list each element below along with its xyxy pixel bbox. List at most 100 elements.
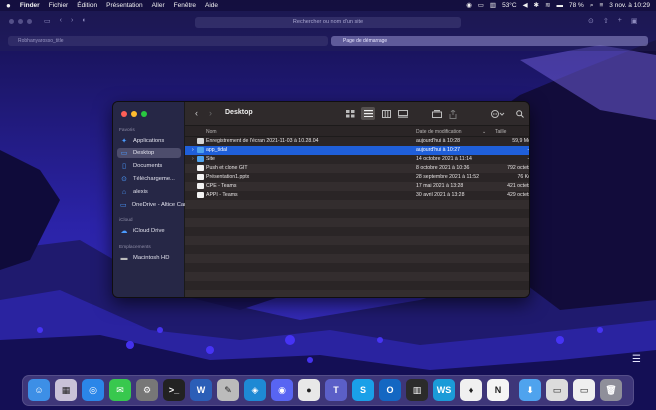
menu-presentation[interactable]: Présentation [106, 0, 143, 11]
control-center-icon[interactable]: ≡ [599, 0, 603, 11]
dock-app-launchpad-icon[interactable]: ▦ [55, 379, 77, 401]
file-row[interactable]: Présentation1.pptx 28 septembre 2021 à 11… [185, 173, 529, 182]
sidebar-item-onedrive[interactable]: ▭ OneDrive - Altice Campus SFR [117, 200, 212, 210]
search-icon[interactable] [516, 109, 524, 119]
file-name: APPI - Teams [206, 192, 238, 198]
menu-aide[interactable]: Aide [205, 0, 218, 11]
file-row[interactable]: Push et clone GIT 8 octobre 2021 à 10:36 7… [185, 164, 530, 173]
clock[interactable]: 3 nov. à 10:29 [609, 0, 650, 11]
background-url-bar[interactable]: Rechercher ou nom d'un site [195, 17, 461, 28]
wifi-icon[interactable]: ≋ [545, 0, 550, 11]
gallery-view-icon[interactable] [398, 109, 408, 119]
file-date: 8 octobre 2021 à 10:36 [416, 165, 470, 171]
dock-app-tidal-icon[interactable]: ♦ [460, 379, 482, 401]
dock-app-finder-icon[interactable]: ☺ [28, 379, 50, 401]
dock-app-skype-icon[interactable]: S [352, 379, 374, 401]
dock-app-messages-icon[interactable]: ✉ [109, 379, 131, 401]
file-icon [197, 165, 204, 171]
menu-fenetre[interactable]: Fenêtre [174, 0, 196, 11]
dock-app-activity-monitor-icon[interactable]: ▥ [406, 379, 428, 401]
sidebar-item-icloud-drive[interactable]: ☁ iCloud Drive [117, 226, 181, 236]
dock-app-trash-icon[interactable]: 🗑 [600, 379, 622, 401]
menu-edition[interactable]: Édition [77, 0, 97, 11]
dock-app-webstorm-icon[interactable]: WS [433, 379, 455, 401]
file-row[interactable]: CPE - Teams 17 mai 2021 à 13:28 421 octets [185, 182, 529, 191]
file-row[interactable]: › app_tidal aujourd'hui à 10:27 -- [185, 146, 529, 155]
sidebar-item-desktop[interactable]: ▭ Desktop [117, 148, 181, 158]
menu-finder[interactable]: Finder [20, 0, 40, 11]
sidebar-item-label: alexis [133, 189, 148, 195]
dock-app-teams-icon[interactable]: T [325, 379, 347, 401]
column-header-date[interactable]: Date de modification [416, 129, 462, 135]
home-icon: ⌂ [121, 188, 127, 196]
battery-icon[interactable]: ▬ [557, 0, 564, 11]
applications-icon: ✦ [121, 138, 127, 145]
file-row[interactable]: › Site 14 octobre 2021 à 11:14 -- [185, 155, 529, 164]
dock-app-terminal-icon[interactable]: >_ [163, 379, 185, 401]
dock-app-system-preferences-icon[interactable]: ⚙ [136, 379, 158, 401]
dock-app-safari-icon[interactable]: ◎ [82, 379, 104, 401]
background-browser-actions: ⊙ ⇧ + ▣ [588, 17, 637, 25]
disclosure-chevron-icon[interactable]: › [192, 156, 194, 162]
empty-row [185, 290, 529, 297]
controls-icon[interactable]: ☰ [632, 354, 641, 365]
empty-row [185, 272, 529, 281]
list-view-icon[interactable] [361, 107, 375, 120]
minimize-button[interactable] [131, 111, 137, 117]
background-tab-left[interactable]: Robhanyarosso_title [8, 36, 328, 46]
file-date: 14 octobre 2021 à 11:14 [416, 156, 472, 162]
tabs-overview-icon: ▣ [630, 18, 638, 25]
dock-app-screenshot-1-icon[interactable]: ▭ [546, 379, 568, 401]
dock-app-downloads-folder-icon[interactable]: ⬇ [519, 379, 541, 401]
close-button[interactable] [121, 111, 127, 117]
dock-app-vscode-icon[interactable]: ◈ [244, 379, 266, 401]
dock-app-notion-icon[interactable]: N [487, 379, 509, 401]
more-options-icon[interactable] [491, 109, 505, 119]
column-view-icon[interactable] [382, 109, 391, 119]
dock-app-script-editor-icon[interactable]: ✎ [217, 379, 239, 401]
zoom-button[interactable] [141, 111, 147, 117]
group-icon[interactable] [432, 109, 442, 119]
file-size: 792 octets [507, 165, 530, 171]
file-size: 429 octets [507, 192, 530, 198]
icon-view-icon[interactable] [346, 109, 355, 119]
dock-app-word-icon[interactable]: W [190, 379, 212, 401]
sidebar-item-macintosh-hd[interactable]: ▬ Macintosh HD [117, 253, 181, 263]
column-header-size[interactable]: Taille [495, 129, 506, 135]
volume-icon[interactable]: ◀ [523, 0, 528, 11]
temperature-icon[interactable]: ▥ [490, 0, 496, 11]
dock-app-screenshot-2-icon[interactable]: ▭ [573, 379, 595, 401]
sidebar-item-home[interactable]: ⌂ alexis [117, 187, 181, 197]
bluetooth-icon[interactable]: ✱ [534, 0, 539, 11]
sidebar-item-documents[interactable]: ▯ Documents [117, 161, 181, 171]
status-area: ◉ ▭ ▥ 53°C ◀ ✱ ≋ ▬ 78 % ⌕ ≡ 3 nov. à 10:… [466, 0, 650, 11]
display-icon[interactable]: ▭ [478, 0, 484, 11]
menu-bar: ● Finder Fichier Édition Présentation Al… [0, 0, 656, 11]
dock-app-discord-icon[interactable]: ◉ [271, 379, 293, 401]
menu-fichier[interactable]: Fichier [49, 0, 69, 11]
forward-icon[interactable]: › [209, 108, 212, 118]
record-icon[interactable]: ◉ [466, 0, 472, 11]
sidebar-item-downloads[interactable]: ⊙ Téléchargeme... [117, 174, 181, 184]
sort-chevron-icon: ⌄ [482, 129, 487, 135]
cloud-icon: ▭ [120, 202, 127, 209]
sidebar-section-locations: Emplacements [119, 245, 151, 250]
column-header-name[interactable]: Nom [206, 129, 217, 135]
file-name: Site [206, 156, 215, 162]
empty-row [185, 263, 529, 272]
dock-app-chrome-icon[interactable]: ● [298, 379, 320, 401]
search-icon[interactable]: ⌕ [590, 0, 594, 11]
menu-aller[interactable]: Aller [152, 0, 165, 11]
share-icon[interactable] [449, 109, 457, 119]
dock-app-outlook-icon[interactable]: O [379, 379, 401, 401]
dock: ☺ ▦ ◎ ✉ ⚙ >_ W ✎ ◈ ◉ ● T S O ▥ WS ♦ N ⬇ ▭ ▭ 🗑 [22, 375, 634, 406]
folder-icon [197, 156, 204, 162]
file-row[interactable]: Enregistrement de l'écran 2021-11-03 à 1… [185, 137, 530, 146]
disclosure-chevron-icon[interactable]: › [192, 147, 194, 153]
back-icon[interactable]: ‹ [195, 108, 198, 118]
background-tab-right[interactable]: Page de démarrage [331, 36, 648, 46]
file-row[interactable]: APPI - Teams 30 avril 2021 à 13:28 429 oct… [185, 191, 530, 200]
sidebar-item-applications[interactable]: ✦ Applications [117, 136, 181, 146]
file-size: 59,9 Mo [512, 138, 530, 144]
apple-menu-icon[interactable]: ● [6, 0, 11, 11]
